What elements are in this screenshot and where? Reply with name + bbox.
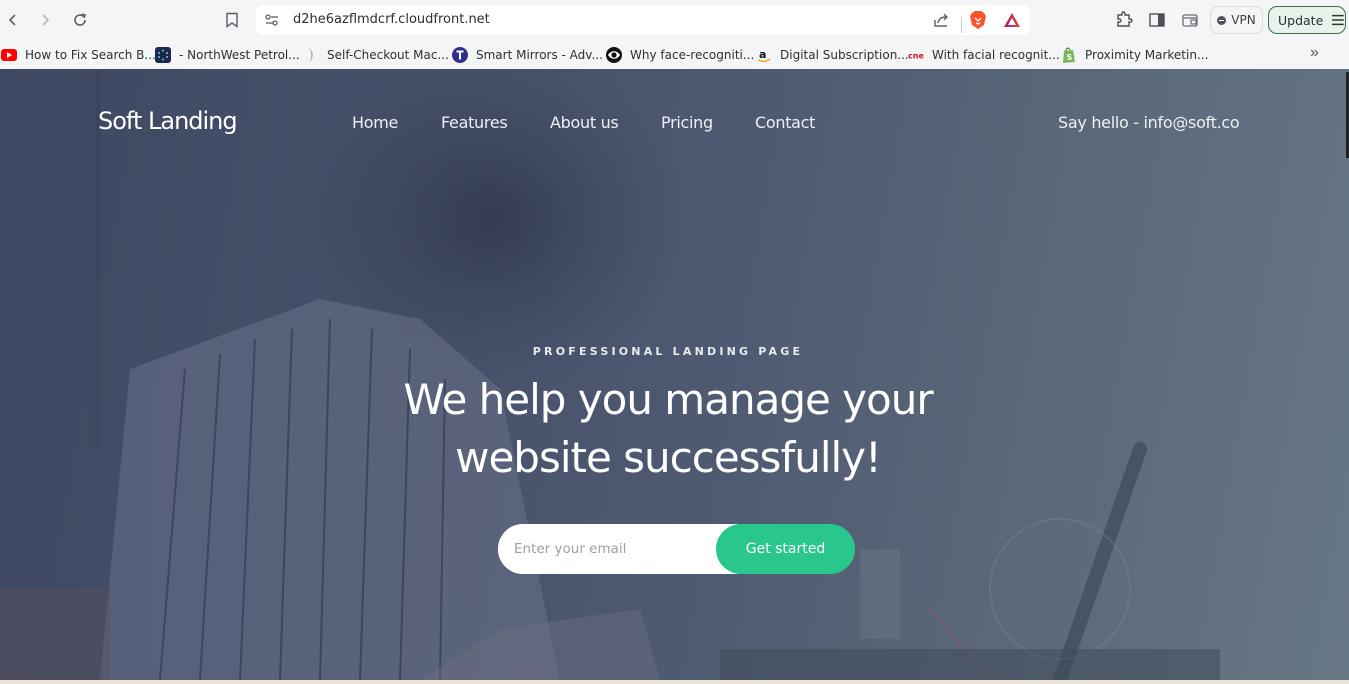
reload-icon xyxy=(74,13,87,26)
brave-lion-icon xyxy=(970,11,986,29)
youtube-icon xyxy=(1,47,17,63)
wallet-button[interactable] xyxy=(1178,8,1202,32)
bookmarks-bar: How to Fix Search B... - NorthWest Petro… xyxy=(0,40,1349,69)
vpn-status-icon xyxy=(1217,15,1227,25)
bookmark-item[interactable]: cnet With facial recognit... xyxy=(908,45,1060,65)
share-icon xyxy=(934,13,948,27)
reload-button[interactable] xyxy=(68,8,92,32)
generic-site-icon xyxy=(303,47,319,63)
address-bar[interactable]: d2he6azflmdcrf.cloudfront.net xyxy=(256,5,1030,35)
hero-headline: We help you manage your website successf… xyxy=(0,371,1336,487)
hero-headline-line1: We help you manage your xyxy=(403,375,933,424)
puzzle-icon xyxy=(1117,11,1133,27)
bookmark-item[interactable]: a Digital Subscription... xyxy=(756,45,909,65)
chevron-right-icon xyxy=(42,14,50,26)
amazon-icon: a xyxy=(756,47,772,63)
bookmark-item[interactable]: Why face-recogniti... xyxy=(606,45,754,65)
bookmark-item[interactable]: Smart Mirrors - Adv... xyxy=(452,45,603,65)
nav-about-us[interactable]: About us xyxy=(550,113,619,132)
share-button[interactable] xyxy=(930,8,954,32)
extensions-button[interactable] xyxy=(1112,8,1136,32)
bookmark-item[interactable]: S Proximity Marketin... xyxy=(1061,45,1208,65)
back-button[interactable] xyxy=(1,8,25,32)
cnet-icon: cnet xyxy=(908,47,924,63)
site-logo[interactable]: Soft Landing xyxy=(98,107,238,135)
signup-form: Get started xyxy=(498,524,855,574)
sidebar-button[interactable] xyxy=(1145,8,1169,32)
shopify-icon: S xyxy=(1061,47,1077,63)
chevron-left-icon xyxy=(8,14,16,26)
hamburger-icon xyxy=(1332,14,1345,26)
page-bottom-edge xyxy=(0,680,1349,684)
bookmark-item[interactable]: - NorthWest Petrol... xyxy=(155,45,300,65)
sidebar-icon xyxy=(1149,13,1165,27)
get-started-button[interactable]: Get started xyxy=(716,524,855,574)
letter-t-icon xyxy=(452,47,468,63)
contact-email-link[interactable]: Say hello - info@soft.co xyxy=(1058,113,1240,132)
update-button[interactable]: Update xyxy=(1268,6,1346,34)
eye-icon xyxy=(606,47,622,63)
bookmark-item[interactable]: How to Fix Search B... xyxy=(1,45,156,65)
bookmark-icon xyxy=(226,12,238,28)
nav-home[interactable]: Home xyxy=(352,113,398,132)
brave-rewards-button[interactable] xyxy=(1000,8,1024,32)
vpn-button[interactable]: VPN xyxy=(1210,6,1263,34)
svg-text:S: S xyxy=(1067,53,1073,62)
wallet-icon xyxy=(1182,14,1198,27)
tune-icon xyxy=(265,14,278,26)
brave-shields-button[interactable] xyxy=(966,8,990,32)
bookmark-item[interactable]: Self-Checkout Mac... xyxy=(303,45,449,65)
nav-pricing[interactable]: Pricing xyxy=(661,113,713,132)
triangle-icon xyxy=(1004,13,1020,27)
dots-circle-icon xyxy=(155,47,171,63)
landing-page: Soft Landing Home Features About us Pric… xyxy=(0,69,1349,680)
svg-text:cnet: cnet xyxy=(908,52,924,61)
bookmark-page-button[interactable] xyxy=(220,8,244,32)
nav-contact[interactable]: Contact xyxy=(755,113,815,132)
email-input[interactable] xyxy=(498,524,738,574)
hero-headline-line2: website successfully! xyxy=(455,433,882,482)
url-text[interactable]: d2he6azflmdcrf.cloudfront.net xyxy=(293,12,490,27)
hero-eyebrow: PROFESSIONAL LANDING PAGE xyxy=(532,345,804,358)
address-divider xyxy=(961,17,962,33)
forward-button[interactable] xyxy=(33,8,57,32)
site-settings-button[interactable] xyxy=(260,8,284,32)
browser-toolbar: d2he6azflmdcrf.cloudfront.net VPN Update xyxy=(0,0,1349,40)
svg-text:a: a xyxy=(759,48,766,61)
bookmarks-overflow-button[interactable]: » xyxy=(1310,44,1319,62)
vpn-label: VPN xyxy=(1231,13,1256,27)
nav-features[interactable]: Features xyxy=(441,113,508,132)
update-label: Update xyxy=(1278,12,1324,28)
